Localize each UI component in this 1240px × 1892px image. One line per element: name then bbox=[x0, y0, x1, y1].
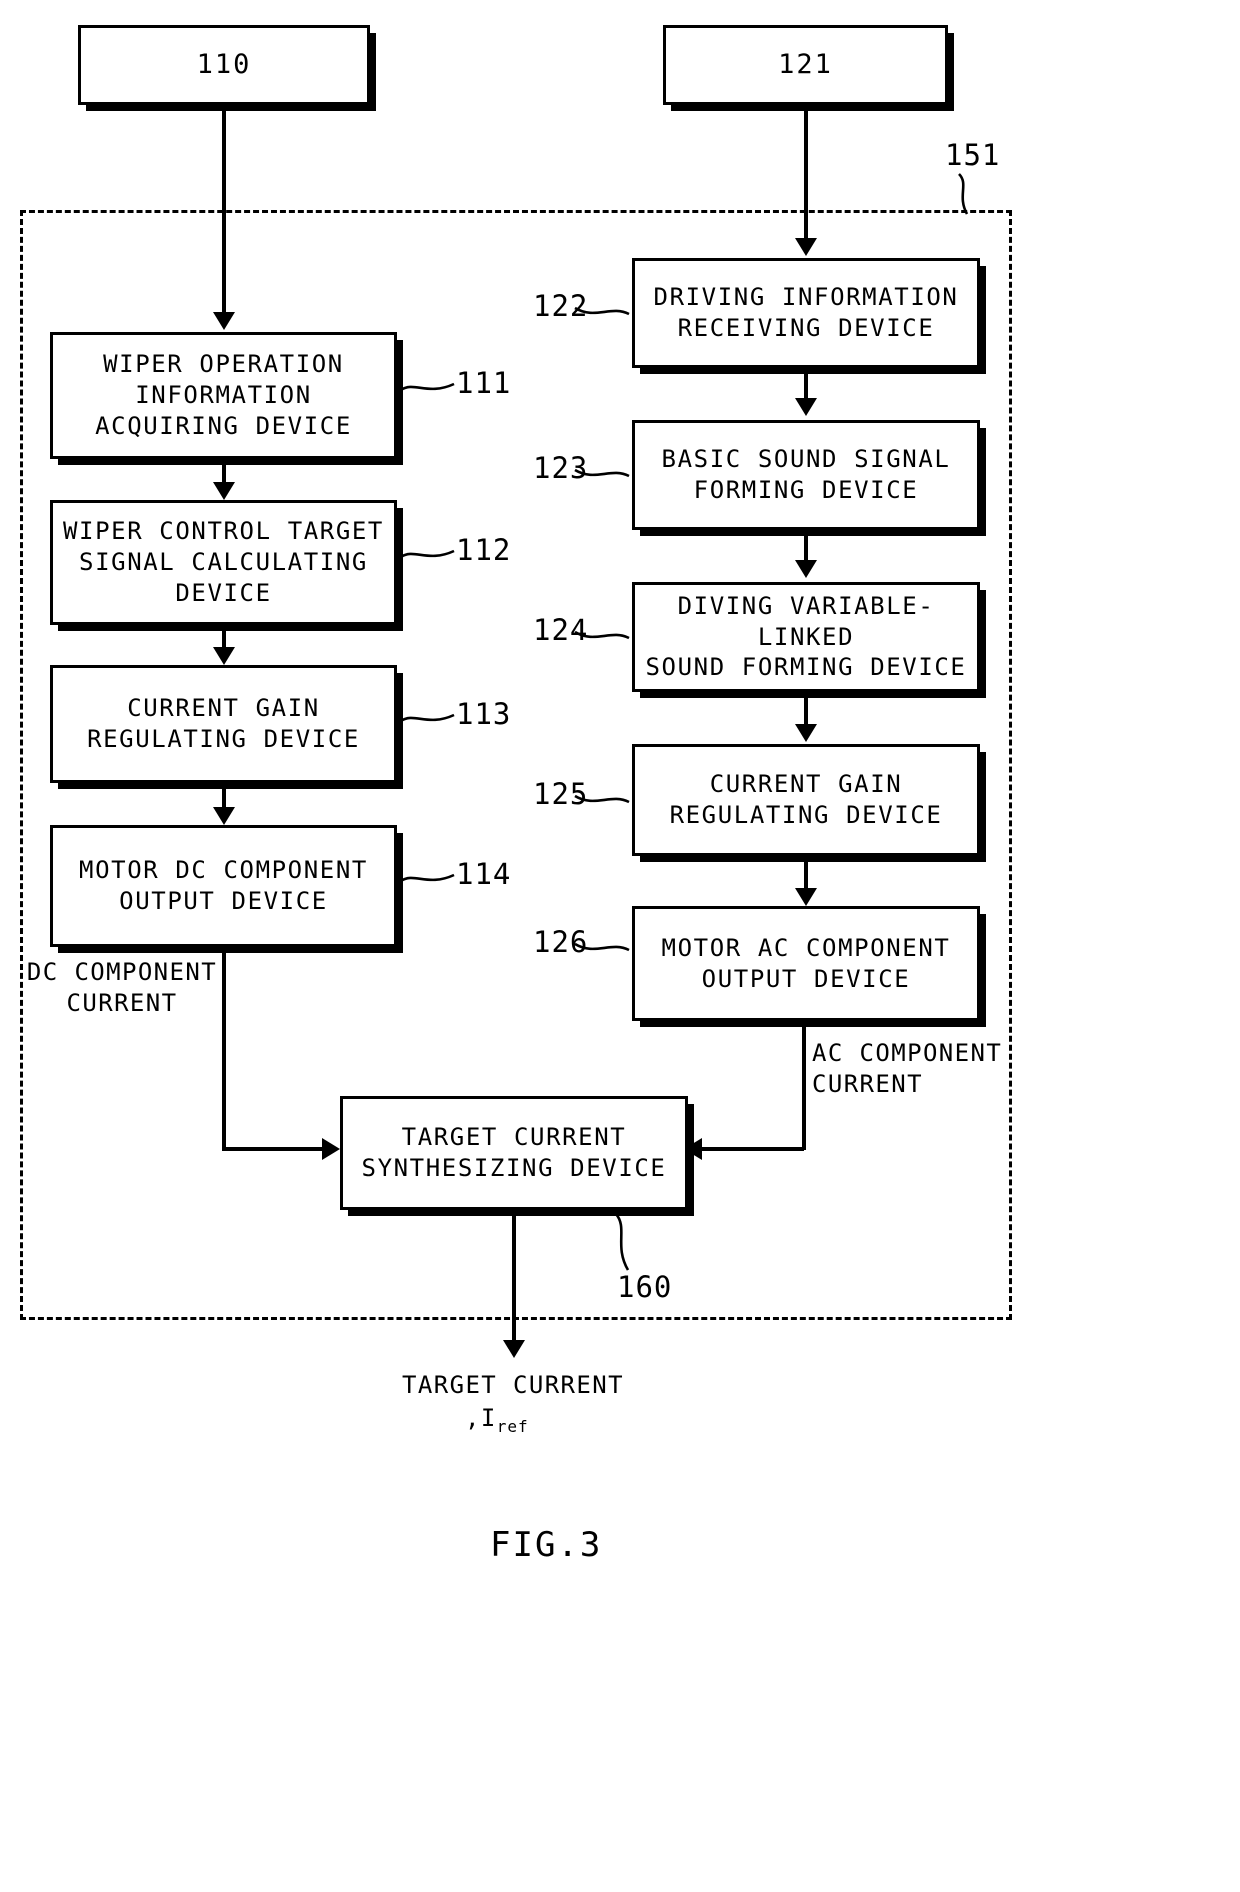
edge-126-160-vertical bbox=[802, 1021, 806, 1150]
ref-160: 160 bbox=[617, 1270, 673, 1304]
output-symbol: I bbox=[480, 1404, 497, 1432]
block-114-label: MOTOR DC COMPONENT OUTPUT DEVICE bbox=[79, 856, 368, 915]
edge-112-113-arrowhead bbox=[213, 647, 235, 665]
edge-160-output bbox=[512, 1210, 516, 1340]
block-160-label: TARGET CURRENT SYNTHESIZING DEVICE bbox=[361, 1123, 667, 1182]
block-112[interactable]: WIPER CONTROL TARGET SIGNAL CALCULATING … bbox=[50, 500, 397, 625]
block-110-label: 110 bbox=[196, 48, 252, 80]
block-121[interactable]: 121 bbox=[663, 25, 948, 105]
ref-114: 114 bbox=[456, 857, 512, 891]
block-113-label: CURRENT GAIN REGULATING DEVICE bbox=[87, 694, 360, 753]
block-125[interactable]: CURRENT GAIN REGULATING DEVICE bbox=[632, 744, 980, 856]
ref-114-leader bbox=[400, 869, 456, 889]
block-124-label: DIVING VARIABLE-LINKED SOUND FORMING DEV… bbox=[645, 591, 967, 682]
edge-123-124-arrowhead bbox=[795, 560, 817, 578]
figure-caption: FIG.3 bbox=[490, 1525, 603, 1565]
ref-126-leader bbox=[573, 938, 631, 958]
edge-114-160-arrowhead bbox=[322, 1138, 340, 1160]
figure-canvas: 110 121 151 WIPER OPERATION INFORMATION … bbox=[0, 0, 1240, 1892]
ref-160-leader bbox=[612, 1212, 652, 1274]
block-123-label: BASIC SOUND SIGNAL FORMING DEVICE bbox=[661, 445, 951, 504]
block-111-label: WIPER OPERATION INFORMATION ACQUIRING DE… bbox=[95, 350, 352, 440]
ref-113-leader bbox=[400, 709, 456, 729]
ref-125-leader bbox=[573, 790, 631, 810]
ref-151-leader bbox=[955, 172, 995, 217]
output-symbol-prefix: , bbox=[465, 1404, 481, 1432]
ref-112-leader bbox=[400, 545, 456, 565]
ref-112: 112 bbox=[456, 533, 512, 567]
edge-110-111-arrowhead bbox=[213, 312, 235, 330]
ref-151: 151 bbox=[945, 138, 1001, 172]
edge-124-125 bbox=[804, 692, 808, 724]
edge-121-122 bbox=[804, 105, 808, 238]
block-126[interactable]: MOTOR AC COMPONENT OUTPUT DEVICE bbox=[632, 906, 980, 1021]
block-114[interactable]: MOTOR DC COMPONENT OUTPUT DEVICE bbox=[50, 825, 397, 947]
edge-114-160-vertical bbox=[222, 947, 226, 1150]
block-111[interactable]: WIPER OPERATION INFORMATION ACQUIRING DE… bbox=[50, 332, 397, 459]
block-160-target-current-synthesizing-device[interactable]: TARGET CURRENT SYNTHESIZING DEVICE bbox=[340, 1096, 688, 1210]
output-symbol-i-ref: ,Iref bbox=[465, 1404, 529, 1436]
edge-122-123 bbox=[804, 368, 808, 398]
signal-label-ac-component-current: AC COMPONENT CURRENT bbox=[812, 1039, 1003, 1099]
edge-121-122-arrowhead bbox=[795, 238, 817, 256]
block-122[interactable]: DRIVING INFORMATION RECEIVING DEVICE bbox=[632, 258, 980, 368]
edge-123-124 bbox=[804, 530, 808, 560]
block-126-label: MOTOR AC COMPONENT OUTPUT DEVICE bbox=[661, 933, 951, 993]
ref-123-leader bbox=[573, 464, 631, 484]
edge-113-114 bbox=[222, 783, 226, 807]
ref-111-leader bbox=[400, 378, 456, 398]
signal-label-dc-component-current: DC COMPONENT CURRENT bbox=[26, 958, 218, 1018]
edge-111-112-arrowhead bbox=[213, 482, 235, 500]
edge-125-126-arrowhead bbox=[795, 888, 817, 906]
edge-112-113 bbox=[222, 625, 226, 647]
edge-114-160-horizontal bbox=[222, 1147, 327, 1151]
edge-113-114-arrowhead bbox=[213, 807, 235, 825]
edge-111-112 bbox=[222, 459, 226, 482]
block-121-label: 121 bbox=[778, 48, 833, 80]
ref-122-leader bbox=[573, 302, 631, 322]
ref-124-leader bbox=[573, 626, 631, 646]
edge-125-126 bbox=[804, 856, 808, 888]
ref-113: 113 bbox=[456, 697, 512, 731]
edge-160-output-arrowhead bbox=[503, 1340, 525, 1358]
edge-124-125-arrowhead bbox=[795, 724, 817, 742]
output-label-target-current: TARGET CURRENT bbox=[402, 1371, 624, 1399]
block-122-label: DRIVING INFORMATION RECEIVING DEVICE bbox=[653, 283, 959, 342]
block-110[interactable]: 110 bbox=[78, 25, 370, 105]
block-112-label: WIPER CONTROL TARGET SIGNAL CALCULATING … bbox=[63, 517, 384, 607]
block-124[interactable]: DIVING VARIABLE-LINKED SOUND FORMING DEV… bbox=[632, 582, 980, 692]
edge-122-123-arrowhead bbox=[795, 398, 817, 416]
block-113[interactable]: CURRENT GAIN REGULATING DEVICE bbox=[50, 665, 397, 783]
ref-111: 111 bbox=[456, 366, 512, 400]
output-symbol-subscript: ref bbox=[496, 1416, 529, 1436]
edge-110-111 bbox=[222, 105, 226, 312]
block-123[interactable]: BASIC SOUND SIGNAL FORMING DEVICE bbox=[632, 420, 980, 530]
edge-126-160-horizontal bbox=[702, 1147, 804, 1151]
block-125-label: CURRENT GAIN REGULATING DEVICE bbox=[669, 770, 943, 829]
